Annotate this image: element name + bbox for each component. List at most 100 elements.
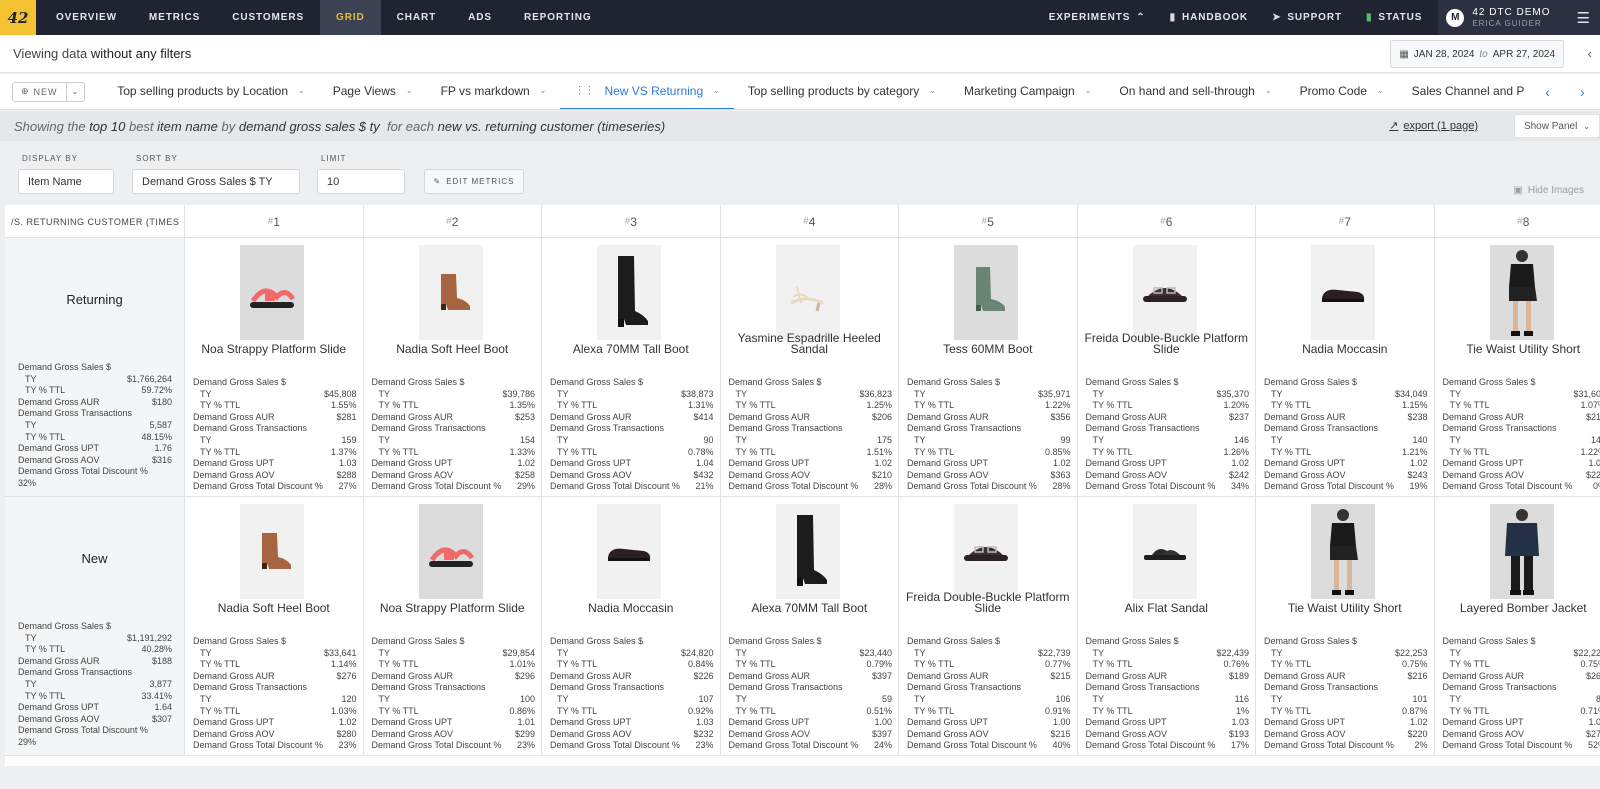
nav-grid[interactable]: GRID bbox=[320, 0, 381, 35]
tall-boot-icon[interactable] bbox=[775, 504, 840, 599]
chevron-right-icon[interactable]: › bbox=[1580, 84, 1585, 100]
drag-handle-icon[interactable]: ⋮⋮ bbox=[574, 85, 594, 96]
summary-dimension[interactable]: item name bbox=[157, 119, 218, 134]
product-card[interactable]: Nadia Moccasin Demand Gross Sales $ TY $34,… bbox=[1255, 238, 1434, 496]
tab-top-selling-location[interactable]: Top selling products by Location ⌄ bbox=[103, 74, 318, 109]
green-boot-icon[interactable] bbox=[954, 245, 1018, 340]
product-name[interactable]: Layered Bomber Jacket bbox=[1439, 602, 1600, 614]
hamburger-icon[interactable]: ☰ bbox=[1577, 9, 1590, 27]
tab-fp-vs-markdown[interactable]: FP vs markdown ⌄ bbox=[427, 74, 561, 109]
summary-metric[interactable]: demand gross sales $ ty bbox=[239, 119, 380, 134]
product-card[interactable]: Nadia Soft Heel Boot Demand Gross Sales $… bbox=[184, 497, 363, 755]
product-name[interactable]: Alix Flat Sandal bbox=[1082, 602, 1252, 614]
moccasin-icon[interactable] bbox=[1311, 245, 1375, 340]
product-name[interactable]: Tie Waist Utility Short bbox=[1439, 343, 1600, 355]
heeled-sandal-icon[interactable] bbox=[775, 245, 840, 340]
rank-number: 2 bbox=[451, 214, 459, 229]
support-link[interactable]: ➤ SUPPORT bbox=[1260, 12, 1354, 23]
tab-new-vs-returning[interactable]: ⋮⋮ New VS Returning ⌄ bbox=[560, 74, 734, 109]
display-by-select[interactable]: Item Name bbox=[18, 169, 114, 194]
tab-page-views[interactable]: Page Views ⌄ bbox=[319, 74, 427, 109]
shorts-outfit-icon[interactable] bbox=[1311, 504, 1375, 599]
sort-by-select[interactable]: Demand Gross Sales $ TY bbox=[132, 169, 300, 194]
tab-sales-channel[interactable]: Sales Channel and P bbox=[1398, 74, 1539, 109]
buckle-slide-icon[interactable] bbox=[1132, 245, 1197, 340]
limit-input[interactable]: 10 bbox=[317, 169, 405, 194]
product-card[interactable]: Layered Bomber Jacket Demand Gross Sales … bbox=[1433, 497, 1600, 755]
filter-summary[interactable]: Viewing data without any filters bbox=[13, 46, 191, 61]
nav-chart[interactable]: CHART bbox=[381, 0, 453, 35]
flat-sandal-icon[interactable] bbox=[1132, 504, 1197, 599]
product-name[interactable]: Nadia Soft Heel Boot bbox=[189, 602, 359, 614]
product-name[interactable]: Alexa 70MM Tall Boot bbox=[546, 343, 716, 355]
tab-promo-code[interactable]: Promo Code ⌄ bbox=[1286, 74, 1398, 109]
product-card[interactable]: Nadia Soft Heel Boot Demand Gross Sales $… bbox=[362, 238, 542, 496]
product-card[interactable]: Noa Strappy Platform Slide Demand Gross S… bbox=[184, 238, 363, 496]
experiments-menu[interactable]: EXPERIMENTS ⌃ bbox=[1037, 12, 1158, 23]
buckle-slide-icon[interactable] bbox=[954, 504, 1018, 599]
summary-group[interactable]: new vs. returning customer (timeseries) bbox=[438, 119, 666, 134]
logo[interactable]: 42 bbox=[0, 0, 36, 35]
account-menu[interactable]: M 42 DTC DEMO ERICA GUIDER ☰ bbox=[1438, 0, 1600, 35]
sandal-icon[interactable] bbox=[418, 504, 483, 599]
product-name[interactable]: Alexa 70MM Tall Boot bbox=[725, 602, 895, 614]
product-card[interactable]: Freida Double-Buckle Platform Slide Deman… bbox=[898, 497, 1077, 755]
product-card[interactable]: Alix Flat Sandal Demand Gross Sales $ TY $2… bbox=[1076, 497, 1256, 755]
product-card[interactable]: Tie Waist Utility Short Demand Gross Sale… bbox=[1433, 238, 1600, 496]
product-name[interactable]: Nadia Moccasin bbox=[1260, 343, 1430, 355]
product-name[interactable]: Tess 60MM Boot bbox=[903, 343, 1073, 355]
metric-label: Demand Gross AOV bbox=[1264, 728, 1346, 739]
metric-line: Demand Gross AUR $296 bbox=[372, 671, 536, 683]
product-card[interactable]: Tess 60MM Boot Demand Gross Sales $ TY $35,… bbox=[898, 238, 1077, 496]
handbook-link[interactable]: ▮ HANDBOOK bbox=[1158, 12, 1261, 23]
nav-customers[interactable]: CUSTOMERS bbox=[216, 0, 320, 35]
product-name[interactable]: Freida Double-Buckle Platform Slide bbox=[1082, 332, 1252, 355]
product-name[interactable]: Noa Strappy Platform Slide bbox=[189, 343, 359, 355]
export-link[interactable]: ↗ export (1 page) bbox=[1389, 119, 1478, 133]
metric-line: Demand Gross Transactions bbox=[1264, 682, 1428, 694]
jacket-outfit-icon[interactable] bbox=[1489, 504, 1554, 599]
shorts-outfit-icon[interactable] bbox=[1489, 245, 1554, 340]
ankle-boot-icon[interactable] bbox=[240, 504, 304, 599]
metric-label: Demand Gross Transactions bbox=[728, 423, 843, 434]
product-name[interactable]: Nadia Soft Heel Boot bbox=[368, 343, 538, 355]
show-panel-button[interactable]: Show Panel ⌄ bbox=[1514, 114, 1600, 138]
nav-ads[interactable]: ADS bbox=[452, 0, 508, 35]
product-card[interactable]: Yasmine Espadrille Heeled Sandal Demand G… bbox=[719, 238, 899, 496]
grid-row-returning: Returning Demand Gross Sales $ TY $1,766,26… bbox=[5, 238, 1600, 497]
date-range-picker[interactable]: ▦ JAN 28, 2024 to APR 27, 2024 bbox=[1390, 40, 1564, 68]
chevron-down-icon[interactable]: ⌄ bbox=[67, 87, 85, 96]
product-card[interactable]: Freida Double-Buckle Platform Slide Deman… bbox=[1076, 238, 1256, 496]
summary-limit[interactable]: top 10 bbox=[89, 119, 125, 134]
metric-line: TY % TTL 1.22% bbox=[1443, 447, 1600, 459]
product-card[interactable]: Tie Waist Utility Short Demand Gross Sale… bbox=[1255, 497, 1434, 755]
metric-value: 0% bbox=[1592, 481, 1600, 492]
product-card[interactable]: Noa Strappy Platform Slide Demand Gross S… bbox=[362, 497, 542, 755]
sandal-icon[interactable] bbox=[240, 245, 304, 340]
edit-metrics-button[interactable]: ✎ EDIT METRICS bbox=[424, 169, 524, 194]
new-tab-button[interactable]: ⊕ NEW ⌄ bbox=[12, 81, 86, 102]
tab-on-hand-sell-through[interactable]: On hand and sell-through ⌄ bbox=[1105, 74, 1285, 109]
product-name[interactable]: Yasmine Espadrille Heeled Sandal bbox=[725, 332, 895, 355]
ankle-boot-icon[interactable] bbox=[418, 245, 483, 340]
chevron-left-icon[interactable]: ‹ bbox=[1588, 46, 1592, 61]
metric-label: Demand Gross AUR bbox=[1442, 411, 1525, 422]
product-card[interactable]: Alexa 70MM Tall Boot Demand Gross Sales $… bbox=[541, 238, 720, 496]
nav-reporting[interactable]: REPORTING bbox=[508, 0, 608, 35]
moccasin-icon[interactable] bbox=[597, 504, 661, 599]
product-name[interactable]: Freida Double-Buckle Platform Slide bbox=[903, 591, 1073, 614]
product-name[interactable]: Noa Strappy Platform Slide bbox=[368, 602, 538, 614]
hide-images-toggle[interactable]: ▣ Hide Images bbox=[1513, 185, 1584, 196]
tall-boot-icon[interactable] bbox=[597, 245, 661, 340]
nav-metrics[interactable]: METRICS bbox=[133, 0, 216, 35]
status-link[interactable]: ▮ STATUS bbox=[1354, 12, 1434, 23]
nav-overview[interactable]: OVERVIEW bbox=[40, 0, 133, 35]
product-name[interactable]: Nadia Moccasin bbox=[546, 602, 716, 614]
chevron-left-icon[interactable]: ‹ bbox=[1545, 84, 1550, 100]
product-card[interactable]: Nadia Moccasin Demand Gross Sales $ TY $24,… bbox=[541, 497, 720, 755]
metric-label: Demand Gross AUR bbox=[18, 655, 100, 666]
tab-top-selling-category[interactable]: Top selling products by category ⌄ bbox=[734, 74, 950, 109]
product-card[interactable]: Alexa 70MM Tall Boot Demand Gross Sales $… bbox=[719, 497, 899, 755]
tab-marketing-campaign[interactable]: Marketing Campaign ⌄ bbox=[950, 74, 1105, 109]
product-name[interactable]: Tie Waist Utility Short bbox=[1260, 602, 1430, 614]
